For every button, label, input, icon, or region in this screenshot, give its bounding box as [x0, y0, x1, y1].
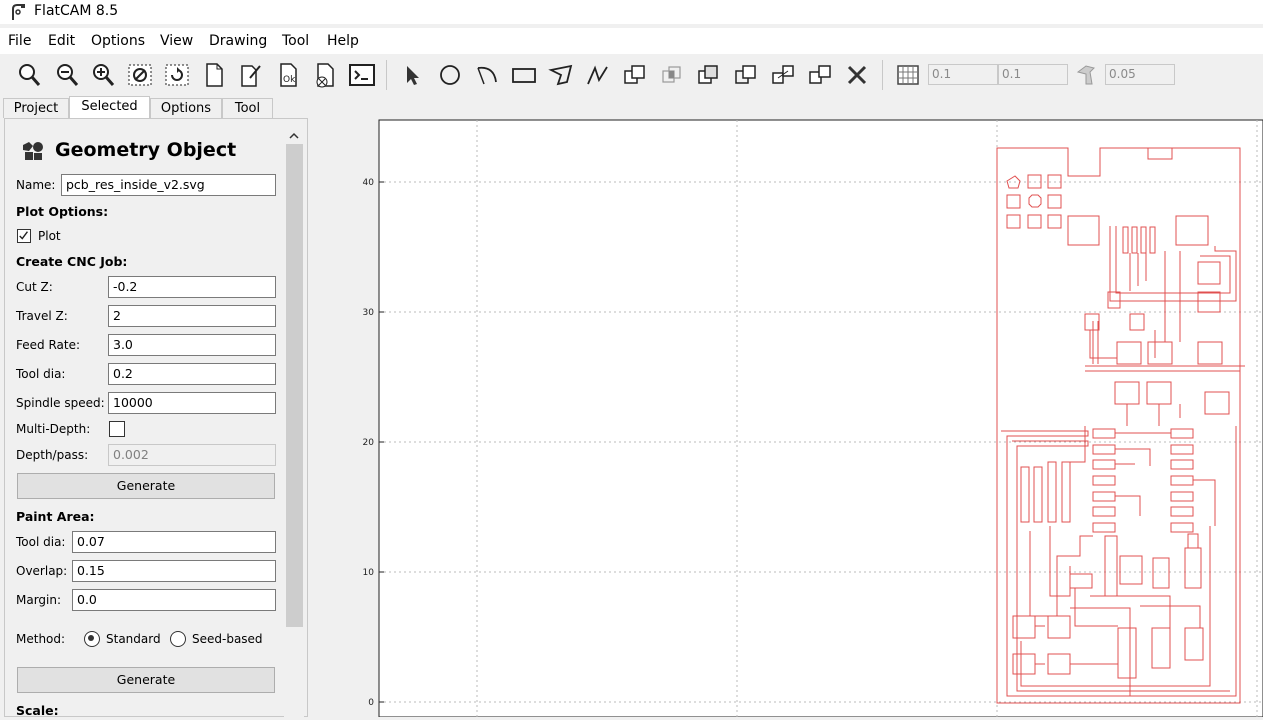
spindle-speed-input[interactable]: 10000	[108, 392, 276, 414]
clear-plot-icon[interactable]	[125, 60, 155, 90]
cutpath-icon[interactable]	[731, 60, 761, 90]
y-tick-label: 30	[363, 308, 375, 318]
main-toolbar: Ok 0.1 0.1 0.05	[0, 56, 1263, 94]
grid-y-input[interactable]: 0.1	[998, 64, 1068, 85]
selected-panel: Geometry Object Name: pcb_res_inside_v2.…	[4, 118, 308, 717]
y-tick-label: 40	[363, 178, 375, 188]
tab-selected[interactable]: Selected	[69, 96, 150, 119]
feed-rate-input[interactable]: 3.0	[108, 334, 276, 356]
grid-snap-icon[interactable]	[893, 60, 923, 90]
move-icon[interactable]	[768, 60, 798, 90]
cut-z-input[interactable]: -0.2	[108, 276, 276, 298]
copy-icon[interactable]	[805, 60, 835, 90]
menu-file[interactable]: File	[8, 33, 31, 49]
union-icon[interactable]	[620, 60, 650, 90]
generate-cnc-button[interactable]: Generate	[17, 473, 275, 499]
scrollbar-thumb[interactable]	[286, 144, 303, 627]
draw-path-icon[interactable]	[583, 60, 613, 90]
tool-dia-input[interactable]: 0.2	[108, 363, 276, 385]
method-seed-label: Seed-based	[192, 632, 263, 646]
paint-tool-dia-input[interactable]: 0.07	[72, 531, 276, 553]
draw-rectangle-icon[interactable]	[509, 60, 539, 90]
plot-options-label: Plot Options:	[16, 204, 109, 219]
geometry-object-icon	[23, 142, 43, 160]
depth-pass-input[interactable]: 0.002	[108, 444, 276, 466]
overlap-label: Overlap:	[16, 564, 68, 578]
name-label: Name:	[16, 178, 56, 192]
snap-corner-icon[interactable]	[1072, 60, 1102, 90]
paint-tool-dia-label: Tool dia:	[16, 535, 66, 549]
panel-header: Geometry Object	[55, 139, 237, 161]
name-input[interactable]: pcb_res_inside_v2.svg	[61, 174, 276, 196]
create-cnc-label: Create CNC Job:	[16, 254, 128, 269]
intersection-icon[interactable]	[657, 60, 687, 90]
method-seed-radio[interactable]	[170, 631, 186, 647]
y-tick-label: 10	[363, 568, 375, 578]
menu-help[interactable]: Help	[327, 33, 359, 49]
cut-z-label: Cut Z:	[16, 280, 53, 294]
subtract-icon[interactable]	[694, 60, 724, 90]
edit-geometry-icon[interactable]	[236, 60, 266, 90]
toolbar-separator	[882, 60, 883, 90]
svg-text:Ok: Ok	[283, 75, 296, 85]
travel-z-input[interactable]: 2	[108, 305, 276, 327]
scroll-up-icon[interactable]	[288, 130, 300, 142]
window-title: FlatCAM 8.5	[34, 3, 119, 19]
flatcam-logo-icon	[12, 4, 25, 20]
tab-tool[interactable]: Tool	[222, 98, 273, 118]
margin-input[interactable]: 0.0	[72, 589, 276, 611]
select-arrow-icon[interactable]	[398, 60, 428, 90]
update-geometry-icon[interactable]: Ok	[273, 60, 303, 90]
multi-depth-label: Multi-Depth:	[16, 422, 91, 436]
shell-icon[interactable]	[347, 60, 377, 90]
delete-shape-icon[interactable]	[842, 60, 872, 90]
y-tick-label: 20	[363, 438, 375, 448]
delete-object-icon[interactable]	[310, 60, 340, 90]
spindle-speed-label: Spindle speed:	[16, 396, 105, 410]
tab-project[interactable]: Project	[3, 98, 69, 118]
feed-rate-label: Feed Rate:	[16, 338, 81, 352]
scale-label: Scale:	[16, 703, 59, 717]
overlap-input[interactable]: 0.15	[72, 560, 276, 582]
zoom-out-icon[interactable]	[52, 60, 82, 90]
draw-polygon-icon[interactable]	[546, 60, 576, 90]
y-tick-label: 0	[368, 698, 374, 708]
generate-paint-button[interactable]: Generate	[17, 667, 275, 693]
plot-checkbox[interactable]	[17, 229, 31, 243]
margin-label: Margin:	[16, 593, 62, 607]
menu-bar: File Edit Options View Drawing Tool Help	[0, 28, 1263, 54]
multi-depth-checkbox[interactable]	[109, 421, 125, 437]
zoom-fit-icon[interactable]	[14, 60, 44, 90]
depth-pass-label: Depth/pass:	[16, 448, 89, 462]
toolbar-separator	[386, 60, 387, 90]
plot-label: Plot	[38, 229, 61, 243]
method-label: Method:	[16, 632, 66, 646]
tool-dia-label: Tool dia:	[16, 367, 66, 381]
zoom-in-icon[interactable]	[88, 60, 118, 90]
new-project-icon[interactable]	[199, 60, 229, 90]
paint-area-label: Paint Area:	[16, 509, 95, 524]
menu-view[interactable]: View	[160, 33, 193, 49]
plot-canvas[interactable]: 40 30 20 10 0	[310, 96, 1263, 718]
method-standard-label: Standard	[106, 632, 161, 646]
title-bar: FlatCAM 8.5	[0, 0, 1263, 24]
menu-options[interactable]: Options	[91, 33, 145, 49]
grid-x-input[interactable]: 0.1	[928, 64, 998, 85]
method-standard-radio[interactable]	[84, 631, 100, 647]
draw-arc-icon[interactable]	[472, 60, 502, 90]
replot-icon[interactable]	[162, 60, 192, 90]
snap-max-input[interactable]: 0.05	[1105, 64, 1175, 85]
travel-z-label: Travel Z:	[16, 309, 68, 323]
menu-drawing[interactable]: Drawing	[209, 33, 267, 49]
menu-tool[interactable]: Tool	[282, 33, 309, 49]
panel-scrollbar[interactable]	[284, 128, 304, 717]
tab-options[interactable]: Options	[150, 98, 222, 118]
plot-area[interactable]: 40 30 20 10 0	[310, 96, 1263, 718]
menu-edit[interactable]: Edit	[48, 33, 75, 49]
draw-circle-icon[interactable]	[435, 60, 465, 90]
